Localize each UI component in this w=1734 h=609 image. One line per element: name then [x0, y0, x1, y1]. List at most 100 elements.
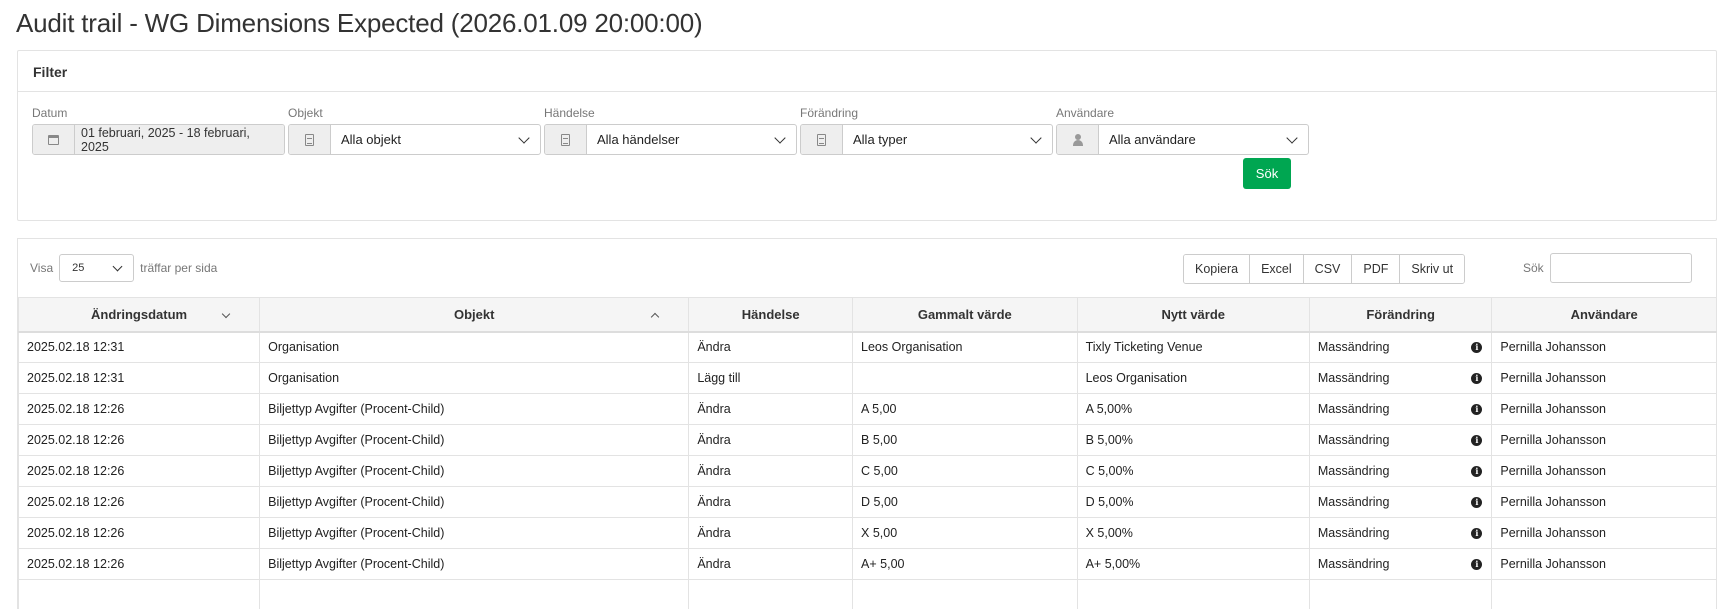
date-range-input[interactable]: 01 februari, 2025 - 18 februari, 2025: [32, 124, 285, 155]
cell-change: Massändring i: [1308, 424, 1493, 456]
date-filter: Datum 01 februari, 2025 - 18 februari, 2…: [32, 106, 285, 155]
change-type-text: Massändring: [1317, 557, 1390, 571]
table-row: 2025.02.18 12:31 Organisation Lägg till Leo…: [17, 362, 1717, 394]
column-header-date[interactable]: Ändringsdatum: [17, 297, 261, 333]
cell-change: Massändring i: [1308, 548, 1493, 580]
cell-user: Pernilla Johansson: [1491, 393, 1717, 425]
cell-change: Massändring i: [1308, 517, 1493, 549]
user-filter: Användare Alla användare: [1056, 106, 1309, 155]
cell-user: Pernilla Johansson: [1491, 424, 1717, 456]
cell-change: Massändring i: [1308, 486, 1493, 518]
print-button[interactable]: Skriv ut: [1400, 255, 1465, 283]
csv-button[interactable]: CSV: [1303, 255, 1353, 283]
cell-old-value: [852, 579, 1078, 609]
show-label: Visa: [30, 261, 54, 275]
list-icon: [801, 125, 843, 154]
event-filter-label: Händelse: [544, 106, 595, 120]
event-select[interactable]: Alla händelser: [544, 124, 797, 155]
change-type-text: Massändring: [1317, 433, 1390, 447]
cell-event: Ändra: [688, 331, 854, 363]
cell-user: Pernilla Johansson: [1491, 486, 1717, 518]
info-icon[interactable]: i: [1471, 465, 1483, 477]
cell-object: Biljettyp Avgifter (Procent-Child): [259, 455, 690, 487]
cell-old-value: Leos Organisation: [852, 331, 1078, 363]
cell-old-value: [852, 362, 1078, 394]
column-header-object[interactable]: Objekt: [259, 297, 690, 333]
change-type-text: Massändring: [1317, 464, 1390, 478]
cell-new-value: D 5,00%: [1076, 486, 1310, 518]
cell-old-value: B 5,00: [852, 424, 1078, 456]
column-header-change[interactable]: Förändring: [1308, 297, 1493, 333]
column-header-old-value[interactable]: Gammalt värde: [852, 297, 1078, 333]
cell-new-value: X 5,00%: [1076, 517, 1310, 549]
table-toolbar: Visa 25 träffar per sida Kopiera Excel C…: [18, 239, 1716, 297]
table-search-label: Sök: [1523, 261, 1544, 275]
cell-event: Ändra: [688, 517, 854, 549]
cell-old-value: X 5,00: [852, 517, 1078, 549]
cell-change: Massändring i: [1308, 455, 1493, 487]
cell-new-value: Tixly Ticketing Venue: [1076, 331, 1310, 363]
cell-date: 2025.02.18 12:31: [17, 331, 261, 363]
cell-event: Lägg till: [688, 362, 854, 394]
cell-date: 2025.02.18 12:26: [17, 548, 261, 580]
event-filter: Händelse Alla händelser: [544, 106, 797, 155]
page-length-select[interactable]: 25: [59, 254, 135, 282]
chevron-down-icon: [1030, 131, 1042, 144]
table-row: 2025.02.18 12:26 Biljettyp Avgifter (Proc…: [17, 486, 1717, 518]
change-type-select-value: Alla typer: [853, 132, 908, 147]
table-row: [17, 579, 1717, 609]
table-row: 2025.02.18 12:26 Biljettyp Avgifter (Proc…: [17, 393, 1717, 425]
cell-object: Biljettyp Avgifter (Procent-Child): [259, 486, 690, 518]
results-panel: Visa 25 träffar per sida Kopiera Excel C…: [17, 238, 1717, 609]
page-length-value: 25: [72, 262, 85, 274]
cell-old-value: C 5,00: [852, 455, 1078, 487]
user-select[interactable]: Alla användare: [1056, 124, 1309, 155]
copy-button[interactable]: Kopiera: [1184, 255, 1251, 283]
cell-event: Ändra: [688, 424, 854, 456]
cell-date: 2025.02.18 12:26: [17, 455, 261, 487]
audit-table: Ändringsdatum Objekt Händelse Gammalt vä…: [17, 297, 1717, 609]
info-icon[interactable]: i: [1471, 434, 1483, 446]
cell-event: Ändra: [688, 486, 854, 518]
cell-date: 2025.02.18 12:26: [17, 517, 261, 549]
info-icon[interactable]: i: [1471, 558, 1483, 570]
column-header-new-value[interactable]: Nytt värde: [1076, 297, 1310, 333]
cell-object: Biljettyp Avgifter (Procent-Child): [259, 393, 690, 425]
cell-change: Massändring i: [1308, 362, 1493, 394]
cell-new-value: B 5,00%: [1076, 424, 1310, 456]
info-icon[interactable]: i: [1471, 403, 1483, 415]
date-range-value[interactable]: 01 februari, 2025 - 18 februari, 2025: [75, 125, 284, 154]
column-header-event[interactable]: Händelse: [688, 297, 854, 333]
sort-asc-icon: [651, 312, 660, 322]
cell-object: [259, 579, 690, 609]
per-page-label: träffar per sida: [140, 261, 218, 275]
info-icon[interactable]: i: [1471, 527, 1483, 539]
table-row: 2025.02.18 12:31 Organisation Ändra Leos Or…: [17, 331, 1717, 363]
table-search-input[interactable]: [1550, 253, 1692, 283]
object-select[interactable]: Alla objekt: [288, 124, 541, 155]
filter-heading: Filter: [18, 51, 1716, 92]
change-type-select[interactable]: Alla typer: [800, 124, 1053, 155]
info-icon[interactable]: i: [1471, 372, 1483, 384]
user-filter-label: Användare: [1056, 106, 1115, 120]
info-icon[interactable]: i: [1471, 341, 1483, 353]
column-header-user[interactable]: Användare: [1491, 297, 1717, 333]
event-select-value: Alla händelser: [597, 132, 680, 147]
info-icon[interactable]: i: [1471, 496, 1483, 508]
cell-event: Ändra: [688, 455, 854, 487]
export-buttons: Kopiera Excel CSV PDF Skriv ut: [1183, 254, 1466, 284]
search-button[interactable]: Sök: [1243, 158, 1291, 189]
cell-user: Pernilla Johansson: [1491, 331, 1717, 363]
pdf-button[interactable]: PDF: [1352, 255, 1401, 283]
cell-object: Organisation: [259, 331, 690, 363]
change-type-text: Massändring: [1317, 402, 1390, 416]
change-filter-label: Förändring: [800, 106, 859, 120]
object-filter-label: Objekt: [288, 106, 323, 120]
table-row: 2025.02.18 12:26 Biljettyp Avgifter (Proc…: [17, 517, 1717, 549]
excel-button[interactable]: Excel: [1250, 255, 1304, 283]
change-type-text: Massändring: [1317, 526, 1390, 540]
filter-panel: Filter Datum 01 februari, 2025 - 18 febr…: [17, 50, 1717, 221]
cell-new-value: [1076, 579, 1310, 609]
user-icon: [1057, 125, 1099, 154]
cell-new-value: A 5,00%: [1076, 393, 1310, 425]
